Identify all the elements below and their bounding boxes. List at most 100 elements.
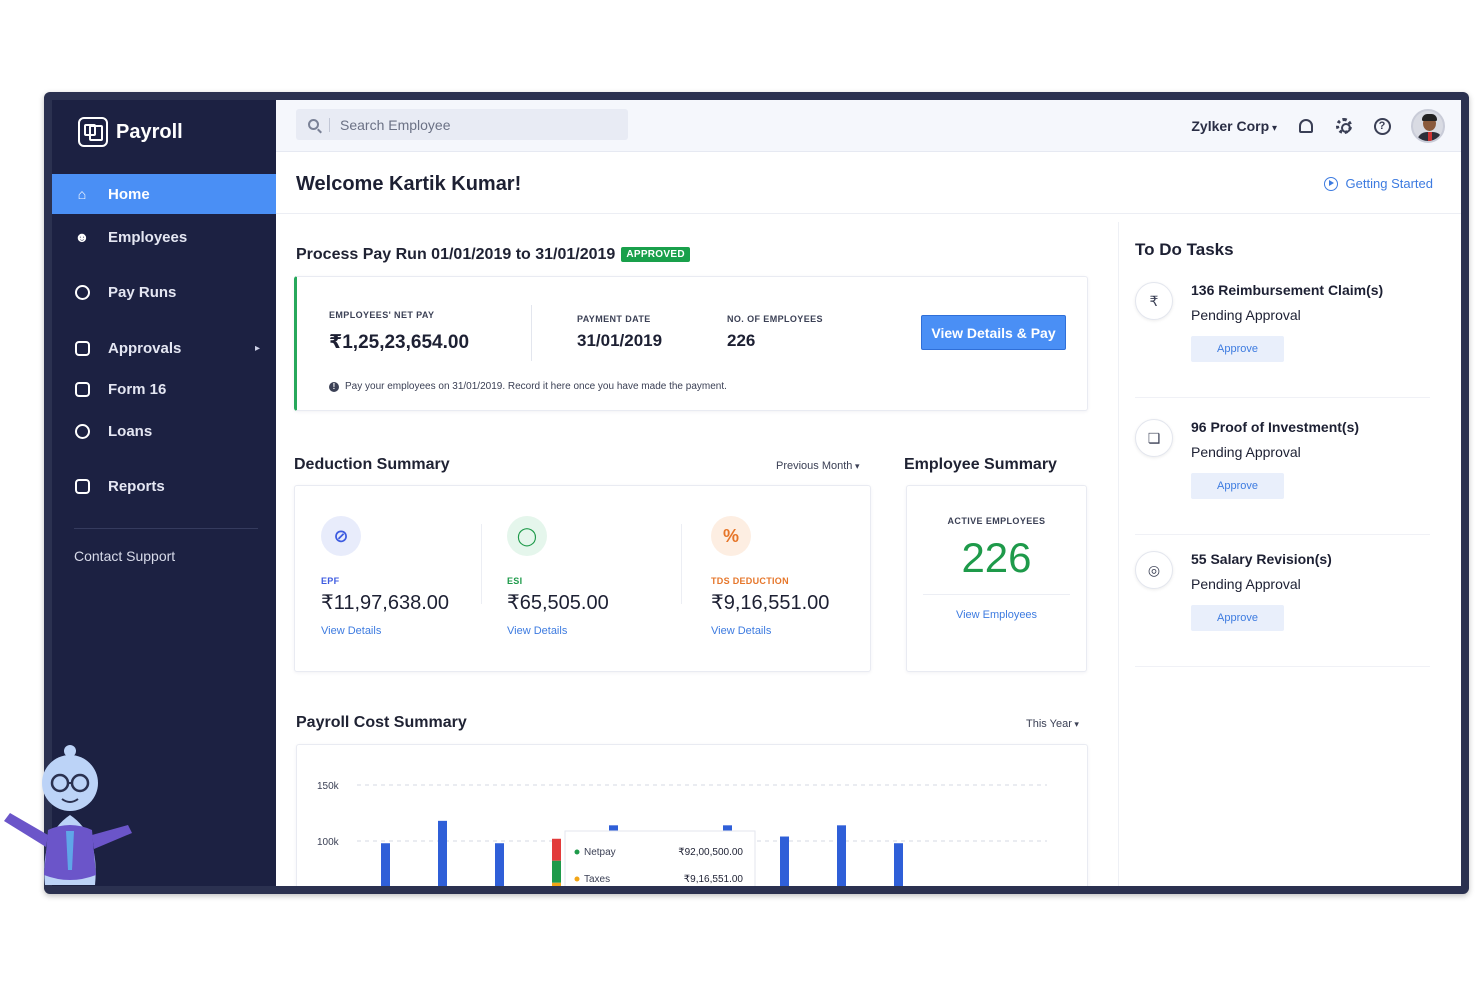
todo-count: 96 Proof of Investment(s)	[1191, 419, 1360, 435]
todo-item: ❏ 96 Proof of Investment(s) Pending Appr…	[1135, 415, 1430, 535]
org-switcher[interactable]: Zylker Corp	[1191, 118, 1277, 134]
sidebar-item-approvals[interactable]: Approvals ▸	[52, 324, 276, 372]
todo-panel: To Do Tasks ₹ 136 Reimbursement Claim(s)…	[1118, 222, 1436, 886]
coin-icon	[74, 423, 90, 439]
main-content: Zylker Corp ? Welcome Kartik Kumar! Gett…	[276, 100, 1461, 886]
bar	[780, 836, 789, 886]
sidebar-item-label: Form 16	[108, 380, 167, 398]
payroll-cost-card: 150k 100k Netpay ₹92,00,500.00 Taxes ₹9,…	[296, 744, 1088, 886]
search-input[interactable]	[340, 116, 600, 133]
sidebar-item-reports[interactable]: Reports	[52, 456, 276, 516]
approve-button[interactable]: Approve	[1191, 473, 1284, 499]
pay-run-note-text: Pay your employees on 31/01/2019. Record…	[345, 381, 727, 392]
deduction-epf: ⊘ EPF ₹11,97,638.00 View Details	[321, 516, 501, 637]
todo-item: ◎ 55 Salary Revision(s) Pending Approval…	[1135, 547, 1430, 667]
clock-icon	[74, 284, 90, 300]
avatar[interactable]	[1411, 109, 1445, 143]
payroll-cost-chart: 150k 100k Netpay ₹92,00,500.00 Taxes ₹9,…	[317, 781, 1047, 886]
sidebar-divider	[74, 528, 258, 529]
bar	[495, 843, 504, 886]
sidebar-item-label: Employees	[108, 228, 188, 246]
help-icon[interactable]: ?	[1373, 117, 1391, 135]
todo-text: 96 Proof of Investment(s) Pending Approv…	[1191, 415, 1359, 465]
deduction-label: ESI	[507, 576, 523, 586]
payment-date-value: 31/01/2019	[577, 331, 663, 350]
pay-run-card: EMPLOYEES' NET PAY ₹1,25,23,654.00 PAYME…	[294, 276, 1088, 411]
rupee-doc-icon: ₹	[1135, 282, 1173, 320]
deduction-value: ₹9,16,551.00	[711, 592, 830, 614]
top-bar: Zylker Corp ?	[276, 100, 1461, 152]
todo-count: 55 Salary Revision(s)	[1191, 551, 1332, 567]
sidebar-item-loans[interactable]: Loans	[52, 406, 276, 456]
sidebar-item-employees[interactable]: ☻ Employees	[52, 214, 276, 260]
search-box[interactable]	[296, 109, 628, 140]
status-badge: APPROVED	[621, 247, 690, 262]
chart-icon	[74, 478, 90, 494]
stacked-bar-segment	[552, 882, 561, 886]
sidebar-item-label: Home	[108, 185, 150, 203]
employee-summary-title: Employee Summary	[904, 456, 1057, 473]
payroll-cost-period-dropdown[interactable]: This Year	[1026, 718, 1079, 730]
todo-status: Pending Approval	[1191, 576, 1301, 592]
deduction-summary-card: ⊘ EPF ₹11,97,638.00 View Details ◯ ESI ₹…	[294, 485, 871, 672]
payroll-logo-icon	[78, 117, 108, 147]
sidebar-item-home[interactable]: ⌂ Home	[52, 174, 276, 214]
view-details-link[interactable]: View Details	[711, 625, 891, 637]
bar	[438, 820, 447, 886]
approve-button[interactable]: Approve	[1191, 605, 1284, 631]
view-details-pay-button[interactable]: View Details & Pay	[921, 315, 1066, 350]
deduction-label: EPF	[321, 576, 340, 586]
app-shell: Payroll ⌂ Home ☻ Employees Pay Runs Appr…	[52, 100, 1461, 886]
info-icon: !	[329, 381, 339, 392]
sidebar-item-form-16[interactable]: Form 16	[52, 372, 276, 406]
sidebar-item-label: Reports	[108, 477, 165, 495]
sidebar-nav: ⌂ Home ☻ Employees Pay Runs Approvals ▸	[52, 174, 276, 516]
gear-icon[interactable]	[1335, 117, 1353, 135]
bar	[894, 843, 903, 886]
contact-support-link[interactable]: Contact Support	[74, 548, 175, 564]
tooltip-label: Taxes	[584, 874, 610, 885]
bar	[837, 825, 846, 886]
approve-button[interactable]: Approve	[1191, 336, 1284, 362]
net-pay-value: ₹1,25,23,654.00	[329, 332, 470, 353]
tooltip-value: ₹92,00,500.00	[678, 847, 743, 858]
play-icon	[1323, 176, 1338, 191]
todo-title: To Do Tasks	[1135, 240, 1234, 259]
payment-date-label: PAYMENT DATE	[577, 314, 651, 324]
percent-icon: %	[711, 516, 751, 556]
active-employees-count: 226	[961, 534, 1032, 581]
todo-text: 55 Salary Revision(s) Pending Approval	[1191, 547, 1332, 597]
shield-icon: ◯	[507, 516, 547, 556]
card-divider	[681, 524, 682, 604]
y-tick-label: 100k	[317, 837, 340, 848]
employee-summary-card: ACTIVE EMPLOYEES 226 View Employees	[906, 485, 1087, 672]
search-icon	[308, 119, 319, 130]
home-icon: ⌂	[77, 186, 87, 202]
view-details-link[interactable]: View Details	[321, 625, 501, 637]
app-brand[interactable]: Payroll	[52, 100, 276, 164]
deduction-period-dropdown[interactable]: Previous Month	[776, 460, 859, 472]
check-icon	[74, 340, 90, 356]
app-name: Payroll	[116, 120, 183, 143]
netpay-dot	[574, 849, 580, 855]
view-employees-link[interactable]: View Employees	[907, 609, 1086, 621]
tooltip-label: Netpay	[584, 847, 616, 858]
deduction-value: ₹65,505.00	[507, 592, 609, 614]
todo-item: ₹ 136 Reimbursement Claim(s) Pending App…	[1135, 278, 1430, 398]
todo-status: Pending Approval	[1191, 307, 1301, 323]
todo-count: 136 Reimbursement Claim(s)	[1191, 282, 1384, 298]
todo-text: 136 Reimbursement Claim(s) Pending Appro…	[1191, 278, 1383, 328]
getting-started-link[interactable]: Getting Started	[1323, 176, 1433, 191]
todo-status: Pending Approval	[1191, 444, 1301, 460]
active-employees-label: ACTIVE EMPLOYEES	[947, 516, 1046, 526]
bell-icon[interactable]	[1297, 117, 1315, 135]
deduction-label: TDS DEDUCTION	[711, 576, 789, 586]
sidebar-item-pay-runs[interactable]: Pay Runs	[52, 260, 276, 324]
page-title: Welcome Kartik Kumar!	[296, 173, 522, 195]
deduction-esi: ◯ ESI ₹65,505.00 View Details	[507, 516, 687, 637]
user-icon: ☻	[74, 229, 90, 245]
tooltip-value: ₹9,16,551.00	[684, 874, 744, 885]
chevron-right-icon: ▸	[254, 342, 260, 354]
view-details-link[interactable]: View Details	[507, 625, 687, 637]
pay-run-heading: Process Pay Run 01/01/2019 to 31/01/2019…	[296, 246, 690, 264]
